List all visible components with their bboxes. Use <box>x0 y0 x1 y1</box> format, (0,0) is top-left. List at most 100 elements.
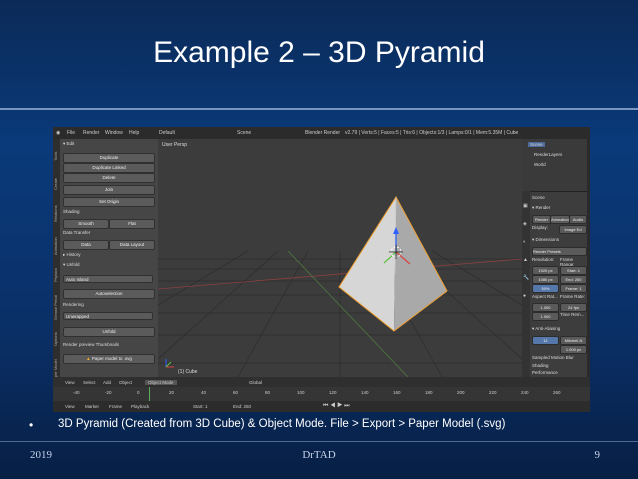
resolution-percent-field[interactable]: 50% <box>532 284 559 293</box>
view-menu[interactable]: View <box>65 380 75 385</box>
autoselection-button[interactable]: Autoselection <box>63 289 155 299</box>
end-frame-field[interactable]: End: 250 <box>560 275 587 284</box>
world-icon[interactable]: ◐ <box>523 239 526 245</box>
dimensions-header[interactable]: ▾ Dimensions <box>532 237 588 245</box>
duplicate-linked-button[interactable]: Duplicate Linked <box>63 163 155 173</box>
viewport-canvas[interactable] <box>158 139 522 377</box>
timeline-tick: 160 <box>393 390 401 395</box>
properties-scrollbar[interactable] <box>587 139 590 377</box>
frame-range-label: Frame Range: <box>560 257 575 267</box>
playback-controls-icon[interactable]: ⏮ ◀ ▶ ⏭ <box>323 403 350 410</box>
tab-options[interactable]: Options <box>53 327 60 351</box>
camera-icon[interactable]: ▣ <box>523 203 528 209</box>
timeline-tick: 260 <box>553 390 561 395</box>
object-icon[interactable]: ▲ <box>523 257 528 263</box>
render-presets-select[interactable]: Render Presets <box>532 247 587 256</box>
timeline[interactable]: -40 -20 0 20 40 60 80 100 120 140 160 18… <box>53 387 590 412</box>
tab-grease-pencil[interactable]: Grease Pencil <box>53 289 60 325</box>
tool-shelf: ▾ Edit Duplicate Duplicate Linked Delete… <box>60 139 158 389</box>
tab-animation[interactable]: Animation <box>53 231 60 261</box>
current-frame-marker[interactable] <box>149 387 150 401</box>
resolution-y-field[interactable]: 1080 px <box>532 275 559 284</box>
timeline-tick: 140 <box>361 390 369 395</box>
aspect-x-field[interactable]: 1.000 <box>532 303 559 312</box>
time-remap-label: Time Rem... <box>560 312 585 317</box>
smooth-button[interactable]: Smooth <box>63 219 109 229</box>
performance-header[interactable]: Performance <box>532 370 588 377</box>
unfold-button[interactable]: Unfold <box>63 327 155 337</box>
tab-physics[interactable]: Physics <box>53 263 60 287</box>
pyramid-front-face[interactable] <box>339 197 396 331</box>
timeline-marker-menu[interactable]: Marker <box>85 404 99 409</box>
set-origin-button[interactable]: Set Origin <box>63 197 155 207</box>
timeline-end-field[interactable]: End: 250 <box>233 404 251 409</box>
display-select[interactable]: Image Ed <box>559 225 587 234</box>
outliner-scene[interactable]: Scene <box>528 142 545 147</box>
frame-rate-label: Frame Rate: <box>560 294 586 299</box>
3d-viewport[interactable]: User Persp (1) Cube <box>158 139 522 377</box>
fps-select[interactable]: 24 fps <box>560 303 587 312</box>
audio-button[interactable]: Audio <box>569 215 587 224</box>
aspect-label: Aspect Rat... <box>532 294 558 299</box>
render-section-header[interactable]: ▾ Render <box>532 205 588 213</box>
timeline-tick: 20 <box>169 390 175 395</box>
sampled-motion-header[interactable]: Sampled Motion Blur <box>532 355 588 363</box>
aa-samples-field[interactable]: 11 <box>532 336 559 345</box>
start-frame-field[interactable]: Start: 1 <box>560 266 587 275</box>
transform-orientation-select[interactable]: Global <box>249 380 262 385</box>
duplicate-button[interactable]: Duplicate <box>63 153 155 163</box>
timeline-tick: 220 <box>489 390 497 395</box>
data-button[interactable]: Data <box>63 240 109 250</box>
select-menu[interactable]: Select <box>83 380 96 385</box>
resolution-x-field[interactable]: 1920 px <box>532 266 559 275</box>
aa-filter-select[interactable]: Mitchell-N <box>560 336 587 345</box>
animation-button[interactable]: Animation <box>550 215 570 224</box>
tab-create[interactable]: Create <box>53 171 60 197</box>
join-button[interactable]: Join <box>63 185 155 195</box>
object-menu[interactable]: Object <box>119 380 132 385</box>
viewport-label: User Persp <box>162 142 188 148</box>
auto-island-toggle[interactable]: Auto Island <box>63 275 153 283</box>
frame-step-field[interactable]: Frame: 1 <box>560 284 587 293</box>
tab-relations[interactable]: Relations <box>53 199 60 229</box>
delete-button[interactable]: Delete <box>63 173 155 183</box>
timeline-tick: 240 <box>521 390 529 395</box>
tab-tools[interactable]: Tools <box>53 143 60 169</box>
modifier-icon[interactable]: 🔧 <box>523 275 529 281</box>
outliner: Scene RenderLayers World <box>522 139 590 192</box>
timeline-tick: 100 <box>297 390 305 395</box>
render-previews-toggle[interactable]: Render preview Thumbnails <box>63 342 155 351</box>
menu-help[interactable]: Help <box>129 130 139 136</box>
anti-aliasing-header[interactable]: ▾ Anti-Aliasing <box>532 326 588 334</box>
aspect-y-field[interactable]: 1.000 <box>532 312 559 321</box>
export-svg-button[interactable]: ▲ Paper model to .svg <box>63 354 155 364</box>
scene-selector[interactable]: Scene <box>237 130 251 136</box>
render-button[interactable]: Render <box>532 215 551 224</box>
unfold-header-label: Unfold <box>66 262 80 267</box>
timeline-start-field[interactable]: Start: 1 <box>193 404 208 409</box>
timeline-view-menu[interactable]: View <box>65 404 75 409</box>
data-layout-button[interactable]: Data Layout <box>109 240 155 250</box>
layout-selector[interactable]: Default <box>159 130 175 136</box>
aa-size-field[interactable]: 1.000 px <box>560 345 587 354</box>
material-icon[interactable]: ● <box>523 293 526 299</box>
menu-window[interactable]: Window <box>105 130 123 136</box>
add-menu[interactable]: Add <box>103 380 111 385</box>
menu-render[interactable]: Render <box>83 130 99 136</box>
right-panels: Scene RenderLayers World ▣ ◈ ◐ ▲ 🔧 ● Sce… <box>522 139 590 377</box>
scene-icon[interactable]: ◈ <box>523 221 527 227</box>
outliner-world[interactable]: World <box>534 162 546 167</box>
edit-header[interactable]: ▾ Edit <box>63 141 155 150</box>
dimensions-label: Dimensions <box>535 237 560 242</box>
outliner-renderlayers[interactable]: RenderLayers <box>534 152 562 157</box>
unfold-header[interactable]: ▾ Unfold <box>63 262 155 271</box>
menu-file[interactable]: File <box>67 130 75 136</box>
timeline-playback-menu[interactable]: Playback <box>131 404 149 409</box>
rendering-select[interactable]: Unwrapped <box>63 312 153 320</box>
render-engine-selector[interactable]: Blender Render <box>305 130 340 136</box>
history-header[interactable]: ▸ History <box>63 252 155 261</box>
footer-author: DrTAD <box>302 449 336 461</box>
flat-button[interactable]: Flat <box>109 219 155 229</box>
timeline-frame-menu[interactable]: Frame <box>109 404 122 409</box>
mode-select[interactable]: Object Mode <box>145 380 177 385</box>
